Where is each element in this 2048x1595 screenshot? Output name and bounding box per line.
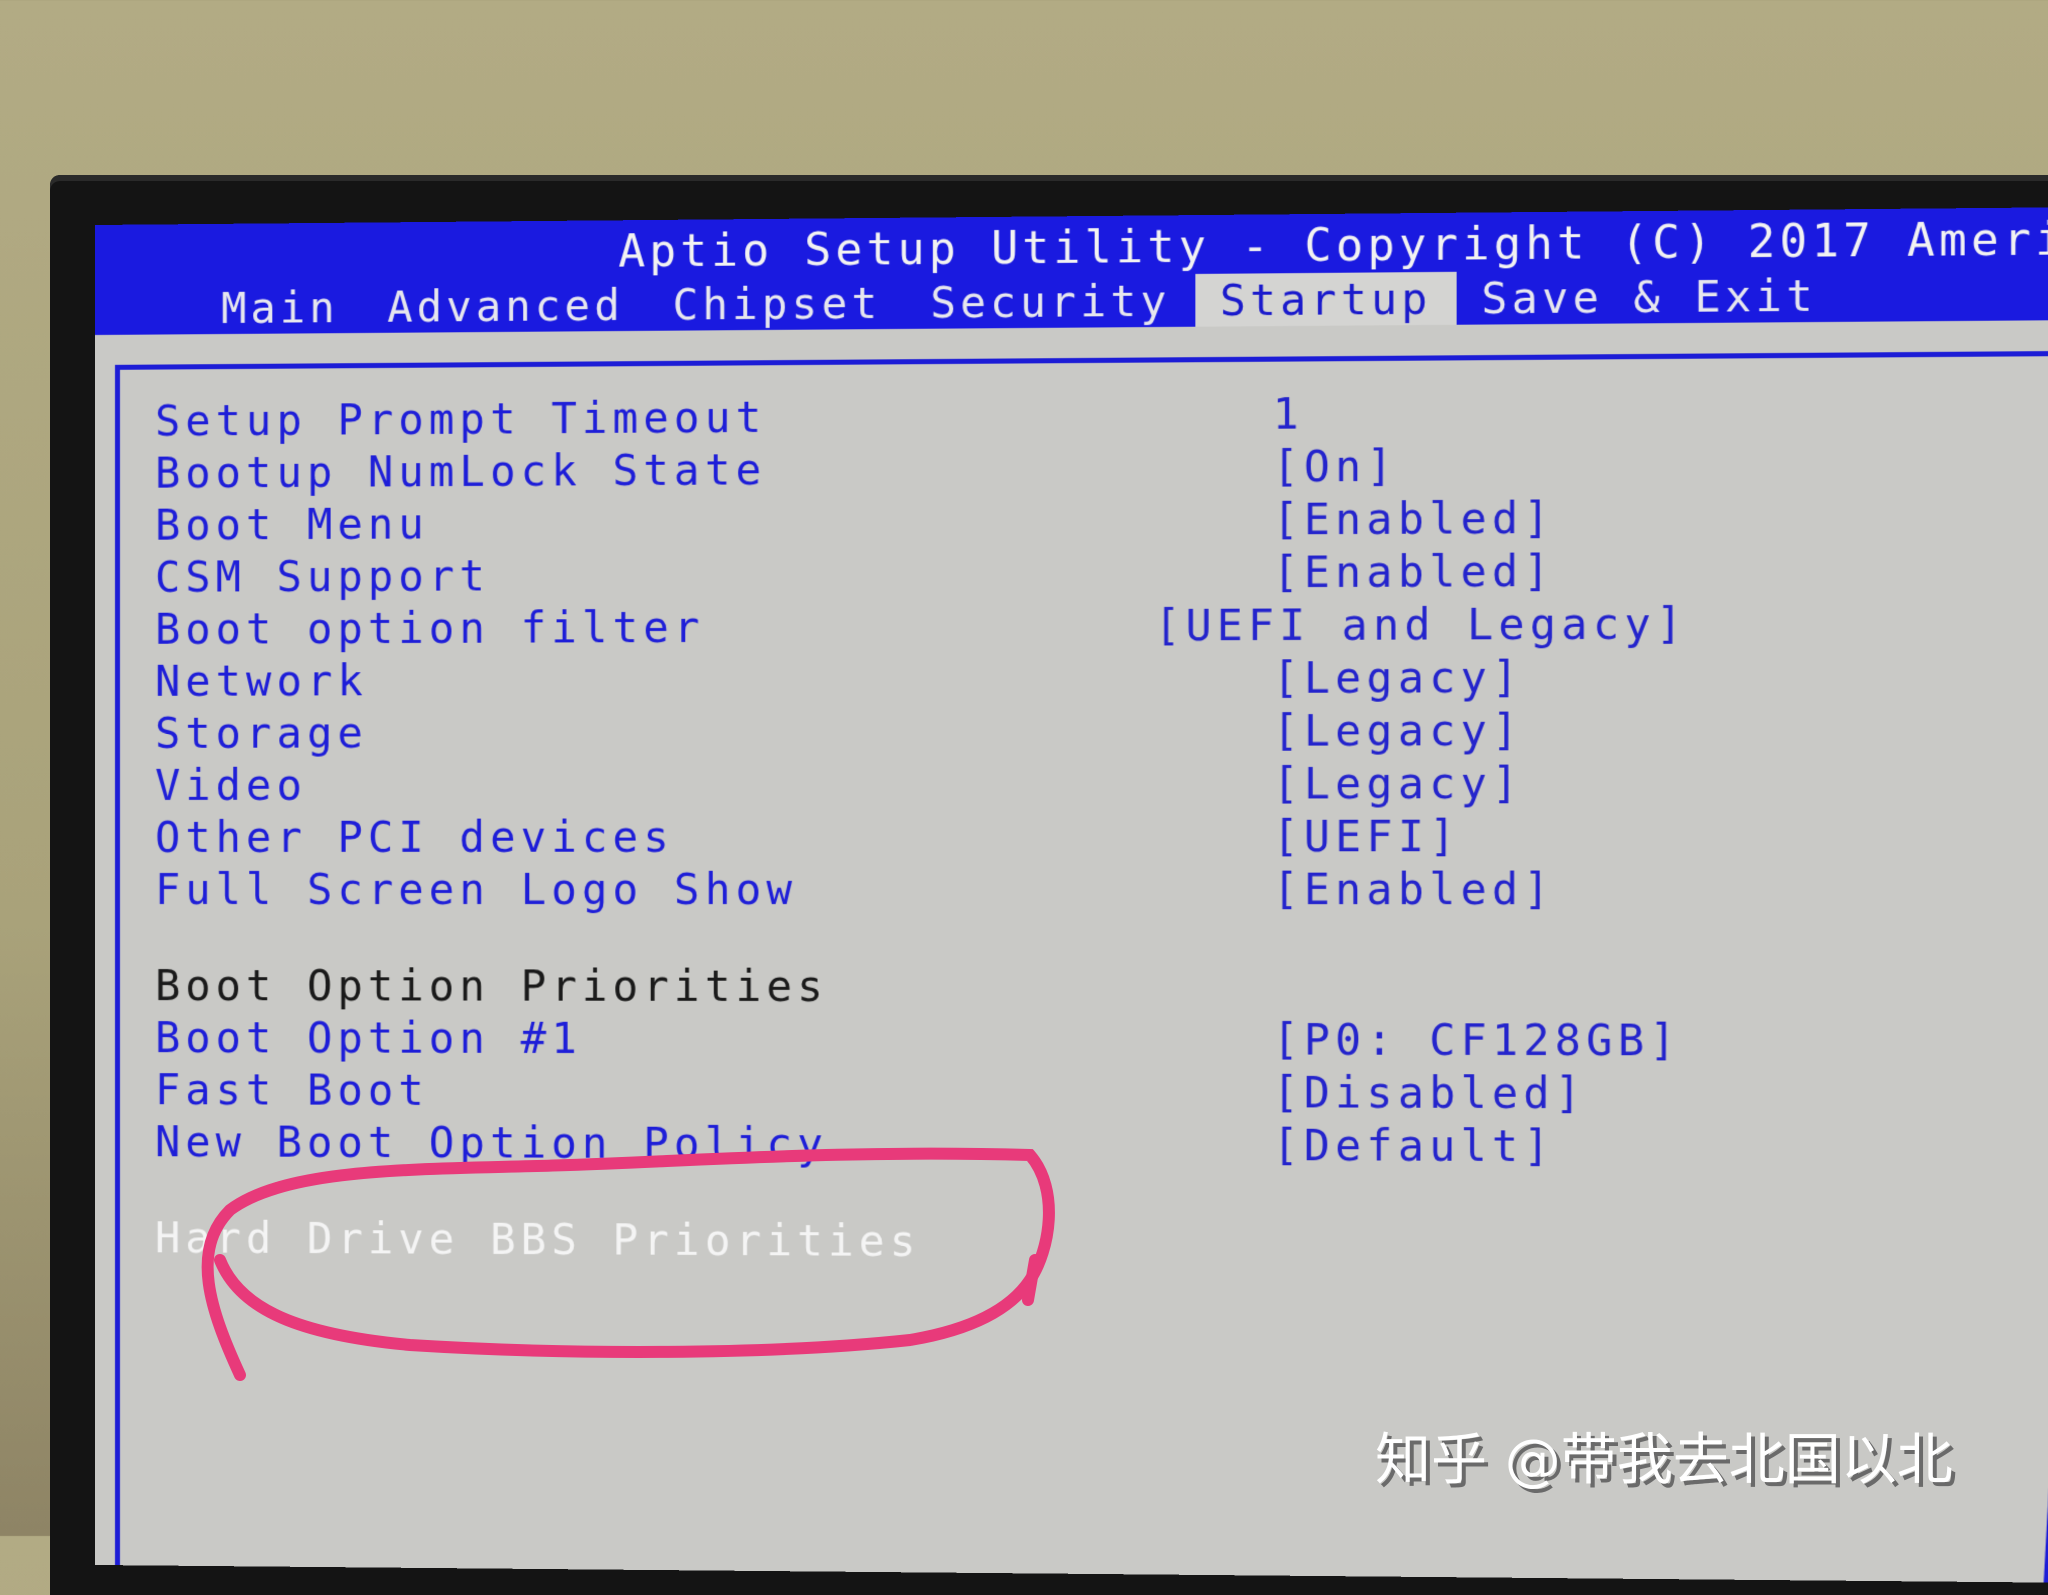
setting-label: Other PCI devices — [155, 811, 674, 862]
setting-label: Boot Option #1 — [155, 1012, 582, 1063]
tab-advanced[interactable]: Advanced — [363, 278, 648, 333]
setting-value[interactable]: [P0: CF128GB] — [1273, 1014, 1681, 1065]
setting-label: Setup Prompt Timeout — [155, 392, 767, 446]
watermark: 知乎 @带我去北国以北 — [1375, 1428, 1953, 1493]
setting-row-bootup-numlock-state[interactable]: Bootup NumLock State [On] — [155, 437, 1687, 498]
setting-label: New Boot Option Policy — [155, 1116, 829, 1169]
tab-save-exit[interactable]: Save & Exit — [1456, 269, 1842, 325]
section-header-label: Boot Option Priorities — [155, 960, 829, 1011]
setting-value[interactable]: [On] — [1273, 441, 1398, 492]
tab-startup[interactable]: Startup — [1195, 271, 1457, 327]
setting-row-boot-option-filter[interactable]: Boot option filter [UEFI and Legacy] — [155, 597, 1687, 655]
setting-row-other-pci-devices[interactable]: Other PCI devices [UEFI] — [155, 809, 1687, 863]
title-bar: Aptio Setup Utility - Copyright (C) 2017… — [95, 206, 2048, 335]
setting-value[interactable]: [Default] — [1273, 1120, 1555, 1171]
bios-screen: Aptio Setup Utility - Copyright (C) 2017… — [95, 206, 2048, 1584]
setting-row-setup-prompt-timeout[interactable]: Setup Prompt Timeout 1 — [155, 384, 1687, 446]
menu-item-hard-drive-bbs-priorities[interactable]: Hard Drive BBS Priorities — [155, 1211, 1687, 1271]
setting-label: CSM Support — [155, 550, 491, 602]
setting-label: Boot Menu — [155, 498, 429, 550]
setting-label: Storage — [155, 707, 368, 758]
tab-chipset[interactable]: Chipset — [648, 276, 906, 331]
settings-list: Setup Prompt Timeout 1 Bootup NumLock St… — [155, 384, 1687, 1271]
setting-value[interactable]: [Enabled] — [1273, 546, 1555, 597]
setting-row-boot-option-1[interactable]: Boot Option #1 [P0: CF128GB] — [155, 1011, 1687, 1066]
setting-row-full-screen-logo-show[interactable]: Full Screen Logo Show [Enabled] — [155, 862, 1687, 915]
setting-value[interactable]: [Legacy] — [1273, 758, 1524, 808]
setting-label: Network — [155, 655, 368, 706]
setting-value[interactable]: [Enabled] — [1273, 864, 1555, 914]
setting-row-boot-menu[interactable]: Boot Menu [Enabled] — [155, 491, 1687, 551]
submenu-label: Hard Drive BBS Priorities — [155, 1212, 921, 1266]
setting-label: Bootup NumLock State — [155, 444, 767, 498]
section-header-boot-option-priorities: Boot Option Priorities — [155, 959, 1687, 1013]
setting-label: Full Screen Logo Show — [155, 864, 798, 914]
tab-bar: Main Advanced Chipset Security Startup S… — [95, 266, 2048, 335]
setting-value[interactable]: [Disabled] — [1273, 1067, 1587, 1118]
setting-value[interactable]: [Legacy] — [1273, 705, 1524, 755]
setting-label: Video — [155, 760, 307, 810]
setting-label: Fast Boot — [155, 1064, 429, 1115]
setting-row-fast-boot[interactable]: Fast Boot [Disabled] — [155, 1063, 1687, 1120]
setting-value[interactable]: [Enabled] — [1273, 493, 1555, 544]
setting-label: Boot option filter — [155, 602, 705, 654]
tab-security[interactable]: Security — [906, 274, 1195, 329]
setting-value[interactable]: [UEFI and Legacy] — [1154, 598, 1687, 650]
setting-row-storage[interactable]: Storage [Legacy] — [155, 703, 1687, 759]
setting-value[interactable]: [UEFI] — [1273, 811, 1461, 861]
setting-row-new-boot-option-policy[interactable]: New Boot Option Policy [Default] — [155, 1115, 1687, 1173]
tab-main[interactable]: Main — [197, 281, 363, 334]
setting-value[interactable]: [Legacy] — [1273, 652, 1524, 703]
setting-row-csm-support[interactable]: CSM Support [Enabled] — [155, 544, 1687, 603]
setting-row-video[interactable]: Video [Legacy] — [155, 756, 1687, 811]
setting-row-network[interactable]: Network [Legacy] — [155, 650, 1687, 707]
setting-value[interactable]: 1 — [1273, 388, 1304, 438]
